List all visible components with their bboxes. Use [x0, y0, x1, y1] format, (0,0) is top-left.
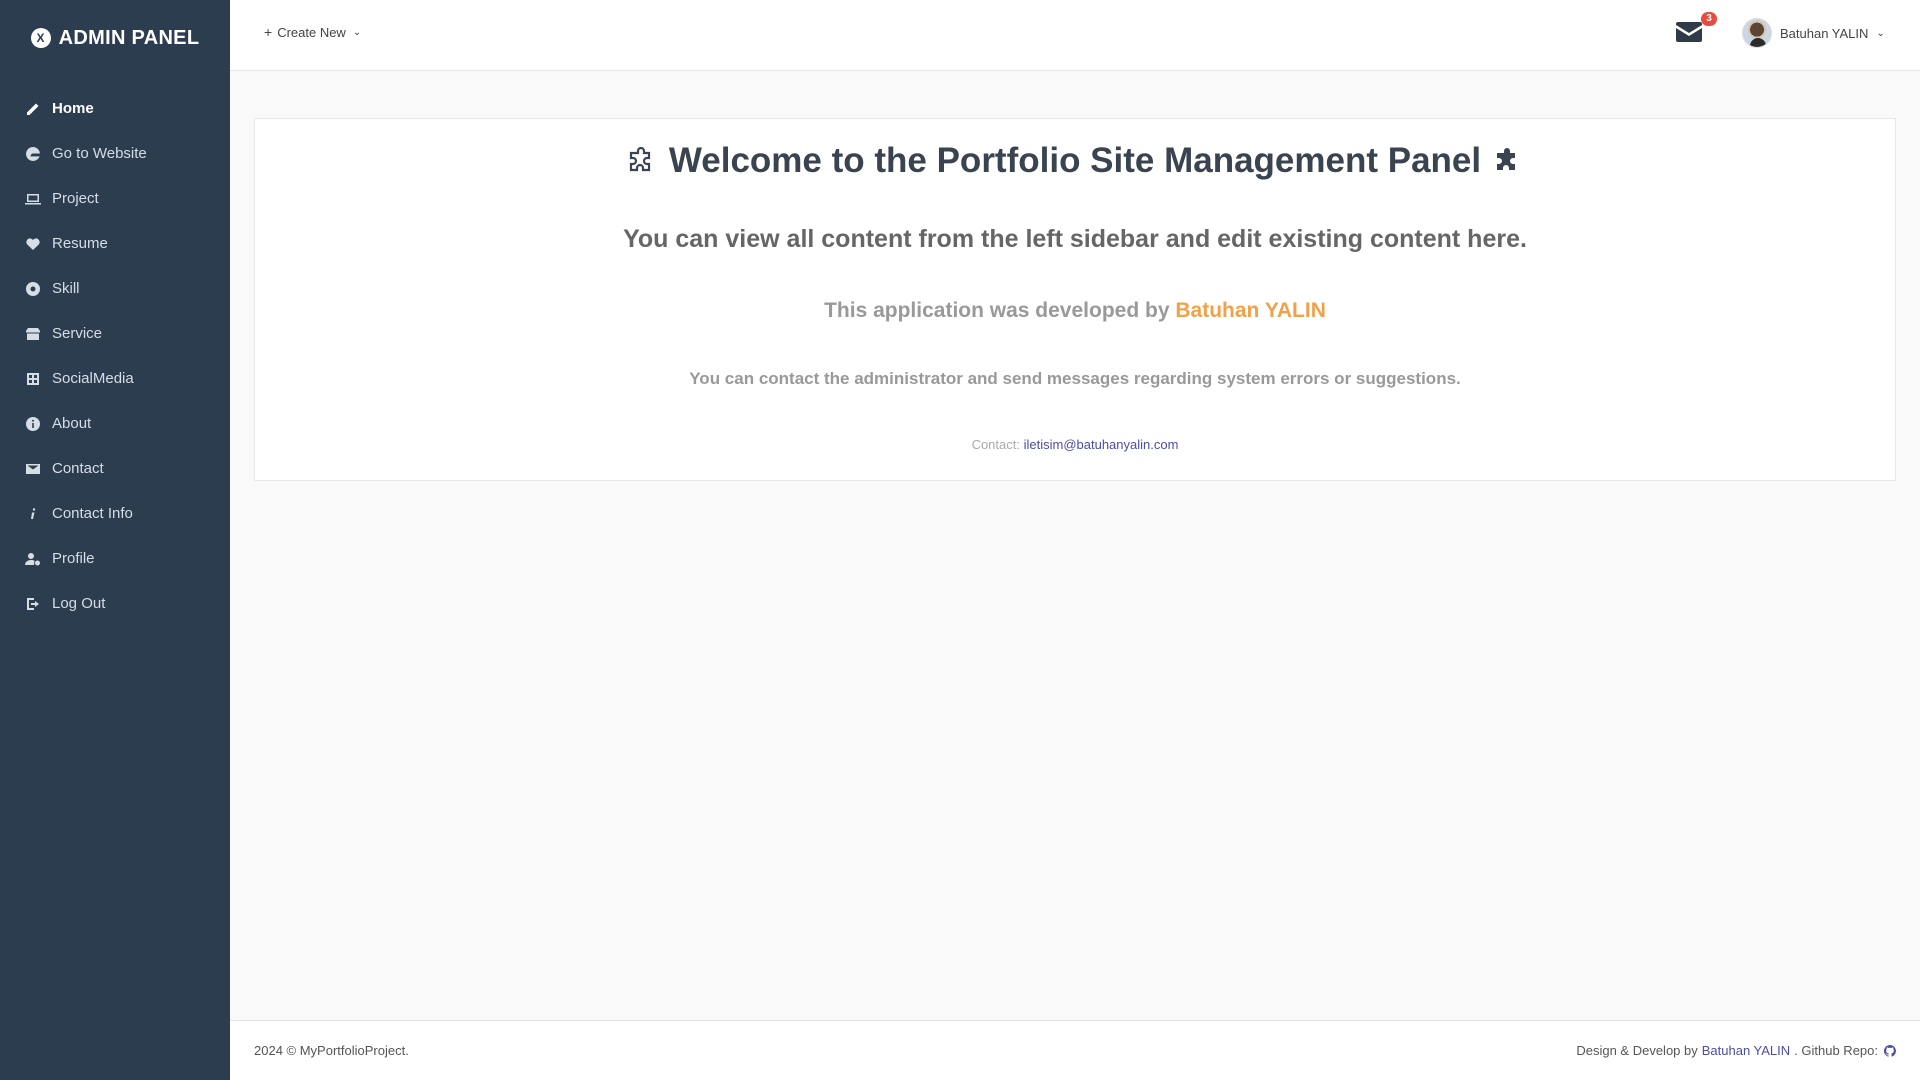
sidebar-item-label: Resume [52, 235, 108, 252]
copyright: 2024 © MyPortfolioProject. [254, 1043, 409, 1058]
contact-line: Contact: iletisim@batuhanyalin.com [255, 437, 1895, 452]
sidebar-item-label: Contact [52, 460, 104, 477]
footer-credits: Design & Develop by Batuhan YALIN . Gith… [1576, 1043, 1896, 1058]
sidebar-item-label: Home [52, 100, 94, 117]
sidebar: X ADMIN PANEL Home Go to Website Project… [0, 0, 230, 1080]
sidebar-item-label: Skill [52, 280, 80, 297]
puzzle-icon [1497, 148, 1516, 170]
grid-icon [24, 370, 42, 388]
topbar: + Create New ⌄ 3 Batuhan YALIN ⌄ [230, 0, 1920, 71]
welcome-card: Welcome to the Portfolio Site Management… [254, 118, 1896, 481]
envelope-icon [1676, 22, 1702, 42]
puzzle-outline-icon [629, 146, 650, 172]
logout-icon [24, 595, 42, 613]
gear-circle-icon [24, 280, 42, 298]
message-count-badge: 3 [1701, 12, 1717, 26]
repo-label: . Github Repo: [1794, 1043, 1878, 1058]
sidebar-item-go-to-website[interactable]: Go to Website [0, 131, 230, 176]
page-title: Welcome to the Portfolio Site Management… [255, 141, 1895, 181]
messages-button[interactable] [1676, 22, 1704, 44]
sidebar-item-label: Log Out [52, 595, 106, 612]
sidebar-item-label: Project [52, 190, 99, 207]
sidebar-item-skill[interactable]: Skill [0, 266, 230, 311]
sidebar-item-service[interactable]: Service [0, 311, 230, 356]
contact-label: Contact: [971, 437, 1020, 452]
developer-prefix: This application was developed by [824, 299, 1170, 322]
design-prefix: Design & Develop by [1576, 1043, 1698, 1058]
footer: 2024 © MyPortfolioProject. Design & Deve… [230, 1020, 1920, 1080]
sidebar-item-label: Service [52, 325, 103, 342]
pencil-icon [24, 100, 42, 118]
create-new-button[interactable]: + Create New ⌄ [264, 24, 361, 40]
store-icon [24, 325, 42, 343]
sidebar-item-socialmedia[interactable]: SocialMedia [0, 356, 230, 401]
welcome-text: Welcome to the Portfolio Site Management… [668, 141, 1482, 180]
laptop-icon [24, 190, 42, 208]
author-link[interactable]: Batuhan YALIN [1702, 1043, 1790, 1058]
sidebar-item-label: Profile [52, 550, 95, 567]
sidebar-item-profile[interactable]: Profile [0, 536, 230, 581]
sidebar-item-label: Contact Info [52, 505, 133, 522]
brand-title: ADMIN PANEL [58, 26, 200, 49]
info-circle-icon [24, 415, 42, 433]
user-menu[interactable]: Batuhan YALIN ⌄ [1742, 18, 1885, 48]
github-icon[interactable] [1884, 1044, 1896, 1057]
italic-i-icon [24, 505, 42, 523]
sidebar-nav: Home Go to Website Project Resume Skill … [0, 86, 230, 626]
contact-note: You can contact the administrator and se… [689, 369, 1461, 388]
sidebar-item-project[interactable]: Project [0, 176, 230, 221]
sidebar-item-contact[interactable]: Contact [0, 446, 230, 491]
developer-name: Batuhan YALIN [1175, 299, 1326, 322]
avatar [1742, 18, 1772, 48]
sidebar-item-label: Go to Website [52, 145, 147, 162]
subtitle: You can view all content from the left s… [623, 225, 1527, 253]
sidebar-item-label: About [52, 415, 92, 432]
envelope-icon [24, 460, 42, 478]
sidebar-item-home[interactable]: Home [0, 86, 230, 131]
brand-logo-icon: X [30, 28, 51, 48]
contact-email-link[interactable]: iletisim@batuhanyalin.com [1024, 437, 1179, 452]
sidebar-item-about[interactable]: About [0, 401, 230, 446]
sidebar-item-resume[interactable]: Resume [0, 221, 230, 266]
developer-line: This application was developed by Batuha… [255, 299, 1895, 323]
user-gear-icon [24, 550, 42, 568]
sidebar-item-log-out[interactable]: Log Out [0, 581, 230, 626]
sidebar-item-label: SocialMedia [52, 370, 134, 387]
chevron-down-icon: ⌄ [1876, 27, 1885, 39]
chevron-down-icon: ⌄ [352, 26, 362, 38]
edge-icon [24, 145, 42, 163]
sidebar-item-contact-info[interactable]: Contact Info [0, 491, 230, 536]
user-name: Batuhan YALIN [1780, 25, 1869, 41]
heart-pulse-icon [24, 235, 42, 253]
create-new-label: Create New [277, 24, 346, 40]
plus-icon: + [264, 24, 273, 40]
brand[interactable]: X ADMIN PANEL [0, 0, 230, 76]
